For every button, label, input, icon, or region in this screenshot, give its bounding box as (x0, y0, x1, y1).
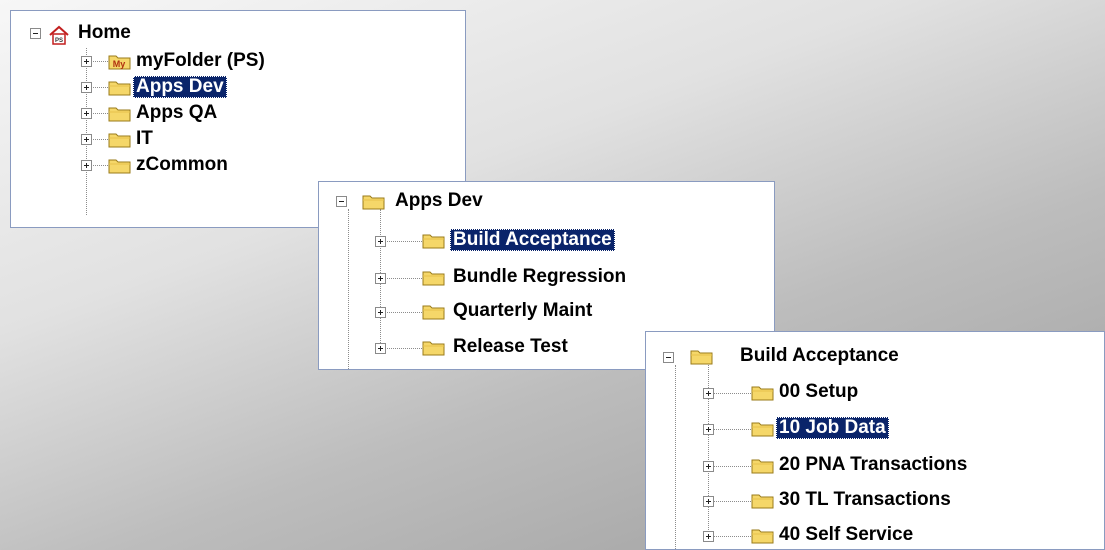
folder-icon (422, 232, 445, 249)
tree-node-label[interactable]: Bundle Regression (450, 266, 629, 288)
tree-node-label[interactable]: IT (133, 128, 156, 150)
expand-toggle[interactable] (703, 461, 714, 472)
tree-node-label[interactable]: Build Acceptance (737, 345, 902, 367)
expand-toggle[interactable] (703, 496, 714, 507)
my-folder-icon: My (108, 53, 131, 70)
tree-connector (86, 48, 87, 215)
tree-connector (380, 241, 422, 242)
home-icon: PS (48, 25, 70, 45)
folder-icon (108, 79, 131, 96)
folder-icon (751, 420, 774, 437)
tree-node-label[interactable]: 30 TL Transactions (776, 489, 954, 511)
folder-icon (422, 303, 445, 320)
tree-node-label[interactable]: Apps QA (133, 102, 220, 124)
tree-connector (380, 278, 422, 279)
expand-toggle[interactable] (375, 307, 386, 318)
tree-node-label[interactable]: 40 Self Service (776, 524, 916, 546)
folder-icon (751, 492, 774, 509)
tree-node-label[interactable]: Home (75, 22, 134, 44)
tree-node-label[interactable]: Apps Dev (133, 76, 227, 98)
tree-connector (380, 312, 422, 313)
folder-icon (422, 269, 445, 286)
tree-node-label[interactable]: 00 Setup (776, 381, 861, 403)
tree-connector (708, 466, 751, 467)
svg-text:PS: PS (55, 38, 63, 44)
tree-node-label[interactable]: Apps Dev (392, 190, 486, 212)
folder-icon (362, 193, 385, 210)
folder-icon (108, 105, 131, 122)
collapse-toggle[interactable] (30, 28, 41, 39)
expand-toggle[interactable] (81, 108, 92, 119)
collapse-toggle[interactable] (336, 196, 347, 207)
tree-connector (708, 393, 751, 394)
tree-connector (380, 348, 422, 349)
tree-node-label[interactable]: zCommon (133, 154, 231, 176)
tree-node-label[interactable]: Release Test (450, 336, 571, 358)
folder-icon (108, 157, 131, 174)
folder-icon (690, 348, 713, 365)
tree-connector (675, 365, 676, 549)
expand-toggle[interactable] (81, 82, 92, 93)
expand-toggle[interactable] (81, 160, 92, 171)
tree-connector (708, 429, 751, 430)
collapse-toggle[interactable] (663, 352, 674, 363)
expand-toggle[interactable] (81, 56, 92, 67)
tree-node-label[interactable]: myFolder (PS) (133, 50, 268, 72)
expand-toggle[interactable] (703, 531, 714, 542)
folder-icon (751, 457, 774, 474)
folder-tree: Build Acceptance 00 Setup 10 Job Data 20… (646, 332, 1104, 549)
tree-node-label[interactable]: Quarterly Maint (450, 300, 595, 322)
folder-icon (751, 384, 774, 401)
expand-toggle[interactable] (81, 134, 92, 145)
tree-node-label[interactable]: 10 Job Data (776, 417, 889, 439)
tree-connector (348, 209, 349, 369)
svg-text:My: My (113, 59, 126, 69)
folder-icon (422, 339, 445, 356)
expand-toggle[interactable] (375, 273, 386, 284)
tree-connector (708, 501, 751, 502)
expand-toggle[interactable] (375, 343, 386, 354)
expand-toggle[interactable] (703, 424, 714, 435)
tree-connector (708, 536, 751, 537)
folder-icon (108, 131, 131, 148)
tree-panel-build-acceptance: Build Acceptance 00 Setup 10 Job Data 20… (645, 331, 1105, 550)
expand-toggle[interactable] (375, 236, 386, 247)
tree-node-label[interactable]: 20 PNA Transactions (776, 454, 970, 476)
folder-icon (751, 527, 774, 544)
expand-toggle[interactable] (703, 388, 714, 399)
tree-node-label[interactable]: Build Acceptance (450, 229, 615, 251)
